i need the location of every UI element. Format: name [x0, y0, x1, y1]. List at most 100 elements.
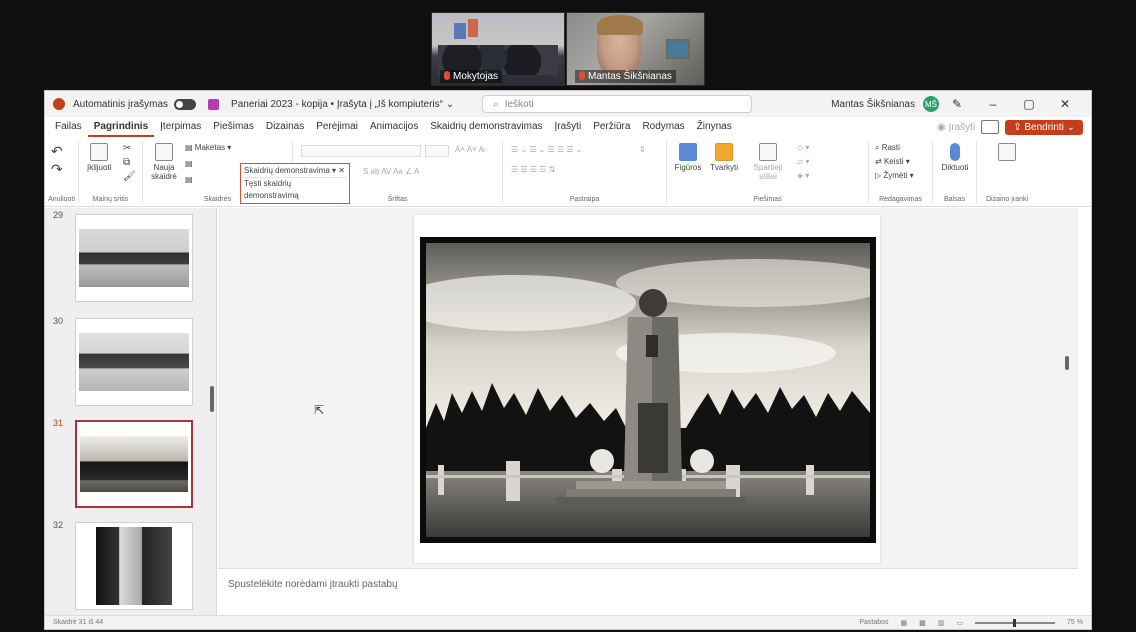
slide-count: Skaidrė 31 iš 44	[53, 619, 104, 626]
thumbnail-number: 29	[53, 210, 64, 220]
replace-button[interactable]: ⇄ Keisti ▾	[875, 157, 910, 166]
tab-animacijos[interactable]: Animacijos	[364, 117, 424, 137]
minimize-button[interactable]: –	[975, 97, 1011, 111]
normal-view-icon[interactable]: ▦	[901, 619, 908, 627]
slide-thumbnail-32[interactable]	[75, 522, 193, 610]
group-label: Balsas	[943, 196, 965, 203]
video-tile-speaker[interactable]: Mantas Šikšnianas	[566, 12, 705, 86]
slide-thumbnail-30[interactable]	[75, 318, 193, 406]
notes-button[interactable]: Pastabos	[859, 619, 888, 626]
pen-icon[interactable]: ✎	[939, 97, 975, 111]
tab-irasyti[interactable]: Įrašyti	[549, 117, 588, 137]
group-label: Redagavimas	[879, 196, 922, 203]
thumbnail-scrollbar-thumb[interactable]	[210, 386, 214, 412]
tab-rodymas[interactable]: Rodymas	[636, 117, 690, 137]
user-name[interactable]: Mantas Šikšnianas	[831, 99, 915, 110]
slideshow-view-icon[interactable]: ▭	[956, 619, 963, 627]
shapes-icon	[679, 143, 697, 161]
group-label: Pastraipa	[569, 196, 600, 203]
notes-pane[interactable]: Spustelėkite norėdami įtraukti pastabų	[218, 568, 1078, 608]
copy-icon[interactable]: ⧉	[123, 157, 130, 168]
thumbnail-image	[80, 436, 188, 492]
shape-effects-icon[interactable]: ◈ ▾	[797, 171, 809, 180]
shapes-button[interactable]: Figūros	[671, 143, 705, 172]
undo-icon[interactable]: ↶	[51, 143, 63, 160]
font-format-icons[interactable]: S ab AV Aa ∠ A	[363, 167, 419, 176]
zoom-level[interactable]: 75 %	[1067, 619, 1083, 626]
find-button[interactable]: ⌕ Rasti	[875, 143, 900, 153]
group-clipboard: Įklijuoti ✂ ⧉ 🖌 Mainų sritis	[79, 141, 143, 203]
group-editing: ⌕ Rasti ⇄ Keisti ▾ ▷ Žymėti ▾ Redagavima…	[869, 141, 933, 203]
tab-pagrindinis[interactable]: Pagrindinis	[87, 117, 155, 137]
quick-styles-button[interactable]: Spartieji stiliai	[745, 143, 791, 181]
editor-scrollbar-thumb[interactable]	[1065, 356, 1069, 370]
save-icon[interactable]	[208, 98, 220, 110]
zoom-slider[interactable]	[975, 618, 1056, 627]
notes-placeholder: Spustelėkite norėdami įtraukti pastabų	[228, 579, 398, 590]
slide-canvas[interactable]	[396, 215, 896, 563]
cut-icon[interactable]: ✂	[123, 143, 131, 154]
tab-zinynas[interactable]: Žinynas	[691, 117, 738, 137]
autosave-toggle[interactable]	[174, 98, 197, 110]
font-name-field[interactable]	[301, 145, 421, 157]
wall-poster	[454, 23, 466, 39]
slideshow-dropdown: Skaidrių demonstravima ▾ ✕ Tęsti skaidri…	[240, 163, 350, 204]
participant-name: Mokytojas	[440, 70, 503, 83]
designer-button[interactable]	[985, 143, 1029, 163]
font-size-field[interactable]	[425, 145, 449, 157]
microphone-icon	[950, 143, 960, 161]
wall-poster	[468, 19, 478, 37]
restore-button[interactable]: ▢	[1011, 97, 1047, 111]
group-voice: Diktuoti Balsas	[933, 141, 977, 203]
video-tile-teacher[interactable]: Mokytojas	[431, 12, 565, 86]
redo-icon[interactable]: ↷	[51, 161, 63, 178]
dropdown-item-continue-slideshow[interactable]: Tęsti skaidrių demonstravimą	[244, 178, 346, 202]
group-drawing: Figūros Tvarkyti Spartieji stiliai ◇ ▾ ▱…	[667, 141, 869, 203]
text-direction-icon[interactable]: ⇕	[639, 145, 646, 154]
dropdown-item-slideshow[interactable]: Skaidrių demonstravima ▾ ✕	[244, 165, 346, 178]
thumbnail-number: 32	[53, 520, 64, 530]
reset-icon[interactable]: ▤	[185, 159, 193, 168]
comments-button[interactable]	[981, 120, 1000, 134]
tab-iterpimas[interactable]: Įterpimas	[154, 117, 207, 137]
slide-sorter-icon[interactable]: ▩	[919, 619, 926, 627]
tab-piesimas[interactable]: Piešimas	[207, 117, 260, 137]
shape-fill-icon[interactable]: ◇ ▾	[797, 143, 809, 152]
search-input[interactable]: ⌕ Ieškoti	[482, 95, 753, 113]
layout-button[interactable]: ▤ Maketas ▾	[185, 143, 231, 152]
slide-thumbnail-29[interactable]	[75, 214, 193, 302]
tab-failas[interactable]: Failas	[49, 117, 88, 137]
align-icons[interactable]: ☰ ☰ ☰ ☰ ⇅	[511, 165, 555, 174]
designer-icon	[998, 143, 1016, 161]
new-slide-button[interactable]: Nauja skaidrė	[149, 143, 179, 181]
tab-perejimai[interactable]: Perėjimai	[310, 117, 364, 137]
arrange-button[interactable]: Tvarkyti	[707, 143, 741, 172]
tab-dizainas[interactable]: Dizainas	[260, 117, 310, 137]
grow-font-icon[interactable]: A˄ A˅ A̷	[455, 145, 484, 154]
new-slide-icon	[155, 143, 173, 161]
group-label: Piešimas	[753, 196, 782, 203]
paste-button[interactable]: Įklijuoti	[87, 143, 111, 172]
share-button[interactable]: ⇪ Bendrinti ⌄	[1005, 119, 1083, 135]
dictate-button[interactable]: Diktuoti	[937, 143, 973, 172]
slide-thumbnail-31[interactable]	[75, 420, 193, 508]
list-icons[interactable]: ☰ ⌄ ☰ ⌄ ☰ ☰ ☰ ⌄	[511, 145, 583, 154]
powerpoint-window: Automatinis įrašymas Paneriai 2023 - kop…	[44, 90, 1092, 630]
format-painter-icon[interactable]: 🖌	[123, 171, 136, 182]
select-button[interactable]: ▷ Žymėti ▾	[875, 171, 914, 180]
participant-name: Mantas Šikšnianas	[575, 70, 676, 83]
memorial-photo[interactable]	[396, 237, 896, 543]
group-label: Anuliuoti	[48, 196, 75, 203]
memorial-photo-image	[396, 243, 896, 537]
close-button[interactable]: ✕	[1047, 97, 1083, 111]
group-undo: ↶ ↷ Anuliuoti	[45, 141, 79, 203]
avatar[interactable]: MŠ	[923, 96, 939, 112]
section-icon[interactable]: ▤	[185, 175, 193, 184]
reading-view-icon[interactable]: ▥	[938, 619, 945, 627]
tab-perziura[interactable]: Peržiūra	[587, 117, 636, 137]
document-title[interactable]: Paneriai 2023 - kopija • Įrašyta į „Iš k…	[231, 99, 454, 110]
shape-outline-icon[interactable]: ▱ ▾	[797, 157, 809, 166]
screen: Mokytojas Mantas Šikšnianas Automatinis …	[0, 0, 1136, 632]
tab-skaidriu-demonstravimas[interactable]: Skaidrių demonstravimas	[424, 117, 548, 137]
record-button[interactable]: ◉ Įrašyti	[937, 122, 975, 133]
